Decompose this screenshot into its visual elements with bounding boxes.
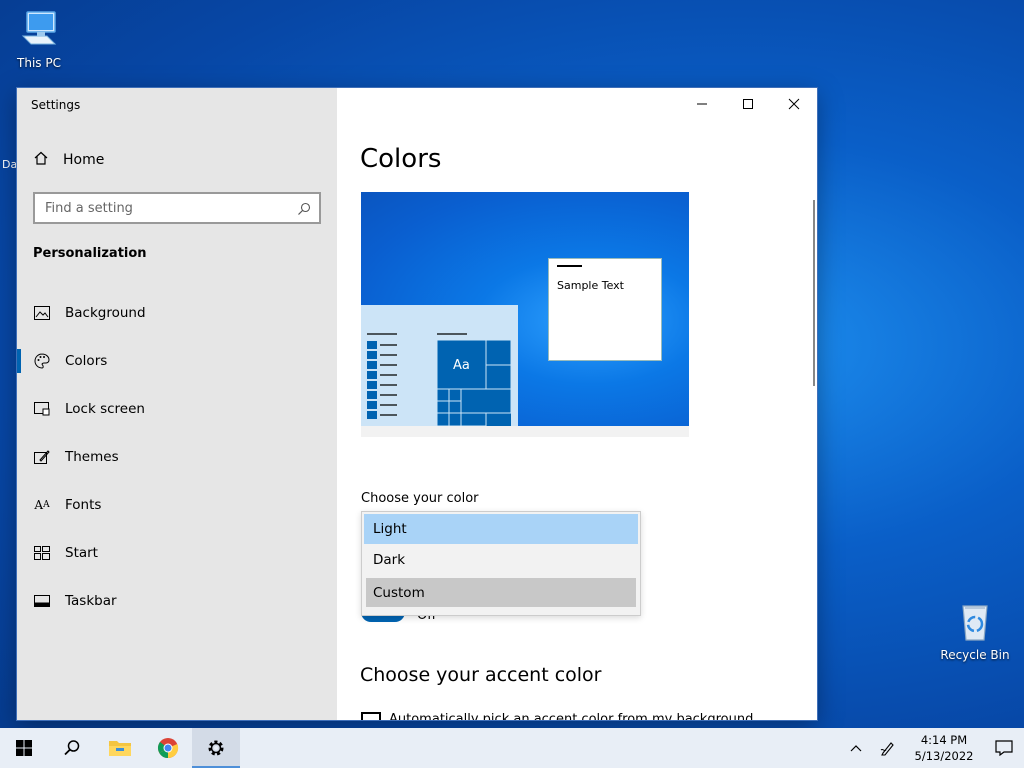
desktop-partial-label: Da (2, 158, 18, 171)
auto-accent-label: Automatically pick an accent color from … (389, 712, 754, 720)
start-button[interactable] (0, 728, 48, 768)
preview-tile-text: Aa (453, 358, 470, 373)
recycle-bin-icon (953, 600, 997, 644)
taskbar-search-button[interactable] (48, 728, 96, 768)
close-icon (788, 98, 800, 110)
sidebar-item-label: Start (65, 545, 98, 561)
file-explorer-button[interactable] (96, 728, 144, 768)
preview-bottom-strip (361, 426, 689, 437)
sidebar-item-themes[interactable]: Themes (17, 433, 337, 481)
sidebar-item-label: Colors (65, 353, 108, 369)
color-option-light[interactable]: Light (364, 514, 638, 544)
sidebar-item-label: Themes (65, 449, 119, 465)
section-title: Personalization (33, 246, 147, 261)
recycle-bin-label: Recycle Bin (940, 648, 1010, 662)
fonts-icon: AA (34, 498, 50, 512)
sidebar-nav: Background Colors Lock screen Themes A A… (17, 289, 337, 625)
choose-color-label: Choose your color (361, 491, 479, 506)
this-pc-label: This PC (17, 56, 61, 70)
home-icon (33, 150, 49, 170)
system-tray: 4:14 PM 5/13/2022 (840, 728, 1024, 768)
sidebar: Settings Home Personalization Background (17, 88, 337, 720)
search-icon (64, 740, 80, 756)
sidebar-item-fonts[interactable]: AA Fonts (17, 481, 337, 529)
minimize-button[interactable] (679, 88, 725, 120)
close-button[interactable] (771, 88, 817, 120)
preview-sample-bar (557, 265, 582, 267)
palette-icon (33, 352, 51, 370)
find-setting-search[interactable] (33, 192, 321, 224)
sidebar-item-label: Taskbar (65, 593, 117, 609)
folder-icon (109, 741, 131, 756)
sidebar-home[interactable]: Home (33, 150, 104, 170)
clock-date: 5/13/2022 (914, 749, 974, 763)
themes-icon (33, 448, 51, 466)
sidebar-item-colors[interactable]: Colors (17, 337, 337, 385)
color-option-custom[interactable]: Custom (366, 578, 636, 607)
clock-time: 4:14 PM (920, 733, 968, 747)
sidebar-item-background[interactable]: Background (17, 289, 337, 337)
home-label: Home (63, 152, 105, 168)
show-hidden-icons-button[interactable] (840, 728, 872, 768)
settings-window: Settings Home Personalization Background (17, 88, 817, 720)
sidebar-item-taskbar[interactable]: Taskbar (17, 577, 337, 625)
gear-icon (208, 740, 224, 756)
chrome-icon (157, 738, 179, 759)
search-icon[interactable] (297, 201, 311, 215)
preview-sample-window: Sample Text (548, 258, 662, 361)
accent-color-heading: Choose your accent color (360, 664, 602, 686)
color-preview: Aa Sample Text (361, 192, 689, 437)
taskbar-clock[interactable]: 4:14 PM 5/13/2022 (904, 732, 984, 764)
sidebar-item-start[interactable]: Start (17, 529, 337, 577)
notification-icon (995, 740, 1013, 756)
scrollbar[interactable] (813, 200, 815, 386)
maximize-icon (743, 99, 753, 109)
settings-taskbar-button[interactable] (192, 728, 240, 768)
start-icon (33, 544, 51, 562)
chrome-button[interactable] (144, 728, 192, 768)
pen-icon (880, 742, 894, 756)
page-title: Colors (360, 144, 442, 174)
main-content: Colors Aa Sample Text Choose your color … (337, 88, 817, 720)
window-controls (679, 88, 817, 120)
taskbar: 4:14 PM 5/13/2022 (0, 728, 1024, 768)
computer-icon (17, 8, 61, 52)
window-title: Settings (31, 98, 81, 112)
maximize-button[interactable] (725, 88, 771, 120)
color-mode-dropdown[interactable]: Light Dark Custom (361, 511, 641, 616)
taskbar-icon (33, 592, 51, 610)
auto-accent-checkbox[interactable] (361, 712, 381, 720)
pen-workspace-button[interactable] (872, 728, 904, 768)
chevron-up-icon (850, 745, 862, 752)
sidebar-item-label: Background (65, 305, 146, 321)
recycle-bin-desktop-icon[interactable]: Recycle Bin (940, 600, 1010, 662)
preview-start-menu: Aa (361, 305, 518, 427)
preview-sample-text: Sample Text (557, 279, 624, 292)
sidebar-item-label: Lock screen (65, 401, 145, 417)
windows-logo-icon (16, 740, 32, 756)
minimize-icon (697, 103, 707, 105)
color-option-dark[interactable]: Dark (362, 544, 640, 576)
picture-icon (33, 304, 51, 322)
search-input[interactable] (35, 194, 275, 222)
sidebar-item-lock-screen[interactable]: Lock screen (17, 385, 337, 433)
sidebar-item-label: Fonts (65, 497, 102, 513)
lock-screen-icon (33, 400, 51, 418)
this-pc-desktop-icon[interactable]: This PC (4, 8, 74, 70)
action-center-button[interactable] (984, 728, 1024, 768)
